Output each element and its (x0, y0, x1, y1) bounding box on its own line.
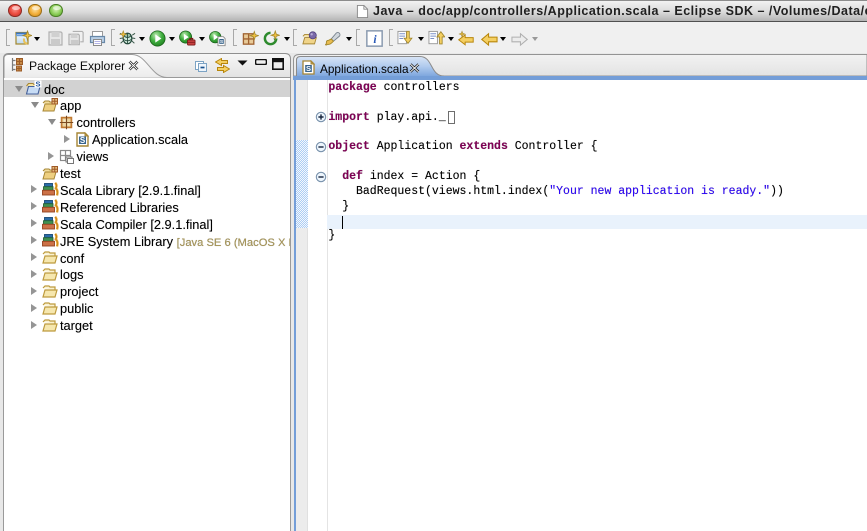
svg-text:S: S (80, 135, 86, 144)
svg-text:S: S (305, 63, 310, 72)
svg-text:S: S (35, 80, 40, 89)
